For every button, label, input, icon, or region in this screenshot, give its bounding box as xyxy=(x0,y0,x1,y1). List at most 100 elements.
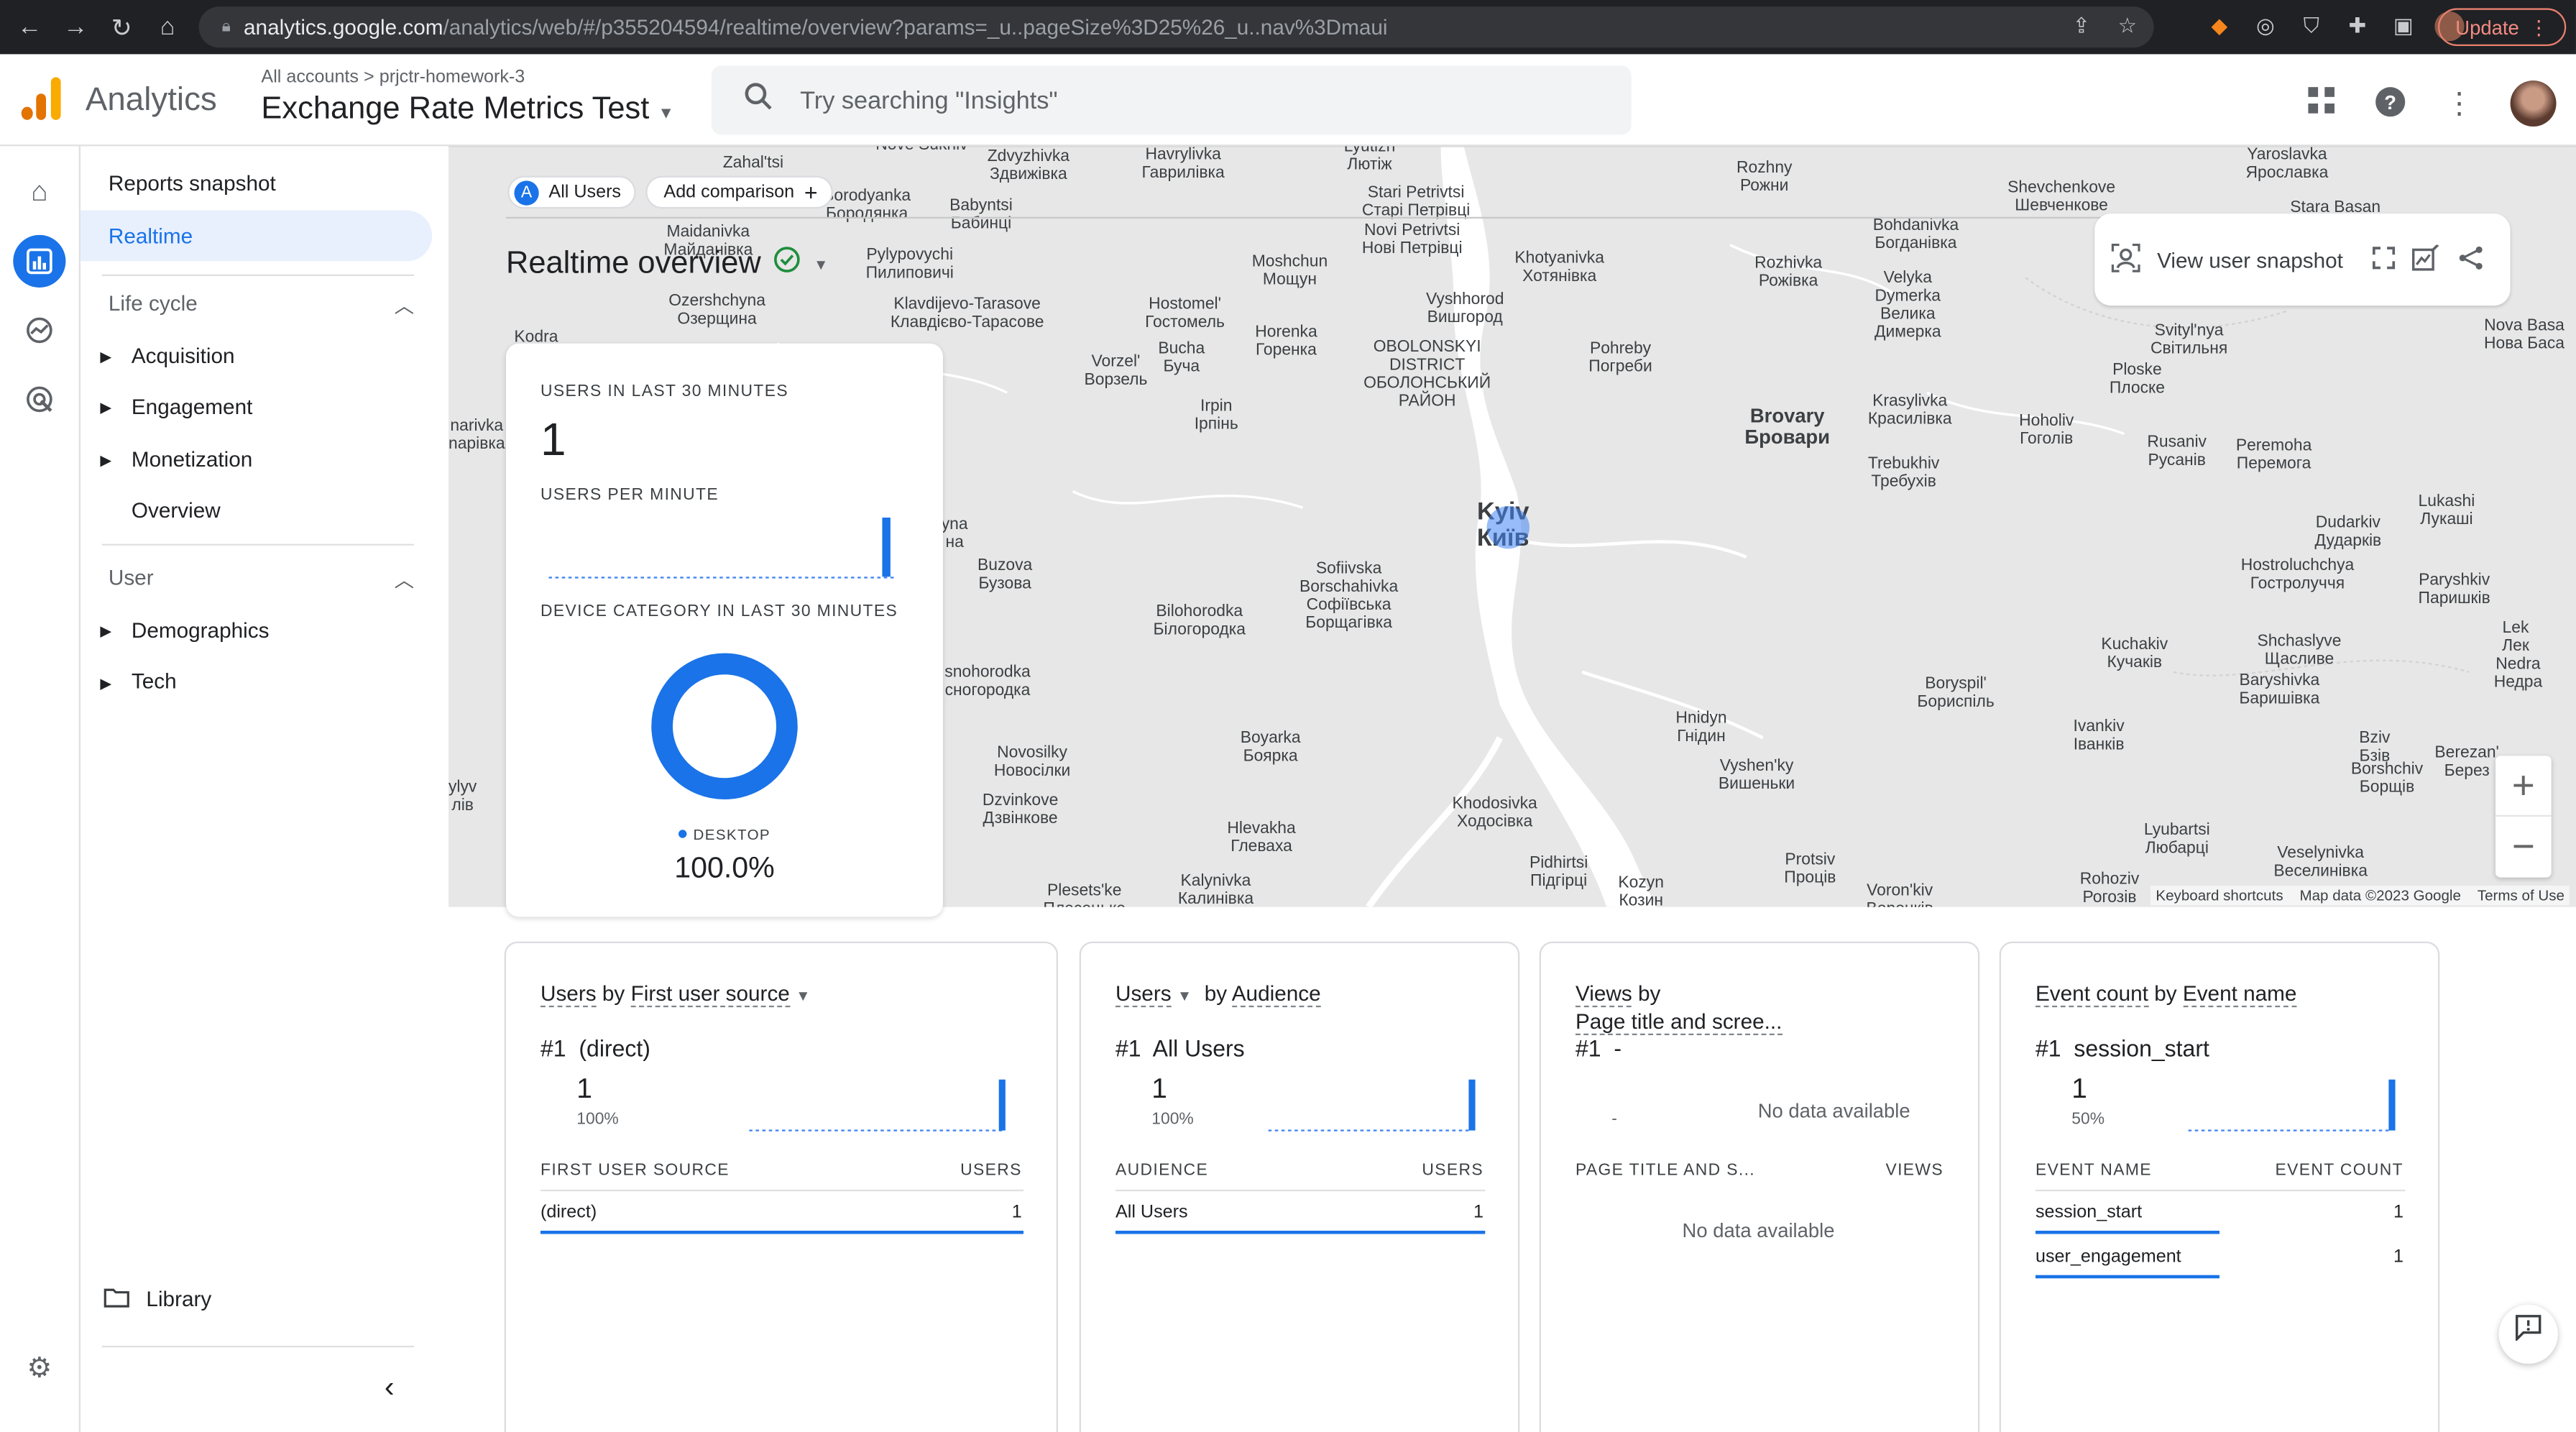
back-icon[interactable]: ← xyxy=(6,13,52,41)
user-snapshot-icon[interactable] xyxy=(2111,242,2140,277)
puzzle-icon[interactable]: ✚ xyxy=(2342,12,2372,41)
chevron-up-icon[interactable]: ︿ xyxy=(395,565,414,593)
fullscreen-icon[interactable] xyxy=(2373,246,2396,274)
update-button[interactable]: Update ⋮ xyxy=(2437,8,2567,46)
sidebar-item-reports-snapshot[interactable]: Reports snapshot xyxy=(109,171,276,196)
zoom-out-button[interactable]: − xyxy=(2496,817,2552,878)
chevron-up-icon[interactable]: ︿ xyxy=(395,291,414,319)
sidebar-item-demographics[interactable]: Demographics xyxy=(132,618,270,642)
check-circle-icon[interactable] xyxy=(774,247,801,283)
map-place-label: Bohdanivka Богданівка xyxy=(1872,216,1959,253)
settings-gear-icon[interactable]: ⚙ xyxy=(13,1342,65,1395)
table-row-name[interactable]: session_start xyxy=(2036,1203,2142,1222)
forward-icon[interactable]: → xyxy=(52,13,98,41)
customize-report-icon[interactable] xyxy=(2412,243,2442,275)
metric-selector[interactable]: Users xyxy=(1115,981,1172,1008)
table-row-value: 1 xyxy=(1011,1203,1022,1223)
sidebar-item-tech[interactable]: Tech xyxy=(132,669,177,693)
audience-chip[interactable]: A All Users xyxy=(507,175,636,209)
search-bar[interactable]: Try searching "Insights" xyxy=(711,65,1632,135)
map-place-label: Protsiv Проців xyxy=(1784,850,1836,888)
dimension-selector[interactable]: Page title and scree... xyxy=(1575,1009,1782,1035)
dimension-selector[interactable]: Audience xyxy=(1231,981,1321,1008)
top-item: #1 - xyxy=(1576,1035,1622,1062)
bookmark-star-icon[interactable]: ☆ xyxy=(2112,12,2142,41)
share-icon[interactable]: ⇪ xyxy=(2066,12,2096,41)
property-selector[interactable]: Exchange Rate Metrics Test ▼ xyxy=(261,92,674,128)
metric-selector[interactable]: Event count xyxy=(2035,981,2148,1008)
table-row-name[interactable]: (direct) xyxy=(540,1203,597,1222)
sidebar-item-realtime[interactable]: Realtime xyxy=(109,224,193,248)
sidebar-item-acquisition[interactable]: Acquisition xyxy=(132,344,235,368)
share-icon[interactable] xyxy=(2458,244,2485,275)
column-header-dimension[interactable]: AUDIENCE xyxy=(1116,1162,1208,1180)
map-zoom-controls: + − xyxy=(2495,756,2552,878)
feedback-button[interactable] xyxy=(2498,1304,2558,1364)
extension-icon[interactable]: ◎ xyxy=(2250,12,2280,41)
reload-icon[interactable]: ↻ xyxy=(98,12,144,42)
sidepanel-icon[interactable]: ▣ xyxy=(2388,12,2418,41)
terms-of-use-link[interactable]: Terms of Use xyxy=(2478,887,2564,904)
breadcrumb[interactable]: All accounts > prjctr-homework-3 xyxy=(261,68,525,87)
map-place-label: Paryshkiv Паришків xyxy=(2418,572,2490,608)
device-percent: 100.0% xyxy=(674,850,775,884)
sidebar-item-library[interactable]: Library xyxy=(146,1287,211,1311)
column-header-metric[interactable]: EVENT COUNT xyxy=(2275,1162,2403,1180)
table-row-name[interactable]: All Users xyxy=(1116,1203,1188,1222)
address-bar[interactable]: 🔒︎ analytics.google.com/analytics/web/#/… xyxy=(198,6,2154,48)
sidebar-item-monetization[interactable]: Monetization xyxy=(132,447,252,472)
sparkline-chart[interactable] xyxy=(2188,1078,2402,1134)
keyboard-shortcuts-link[interactable]: Keyboard shortcuts xyxy=(2156,887,2283,904)
table-row-name[interactable]: user_engagement xyxy=(2036,1247,2181,1267)
map-place-label: Sofiivska Borschahivka Софіївська Борщаг… xyxy=(1299,560,1399,633)
collapse-chevron-left-icon[interactable]: ‹ xyxy=(385,1370,395,1405)
sidebar-item-overview[interactable]: Overview xyxy=(132,498,221,523)
sparkline-bar xyxy=(2388,1079,2396,1131)
sidebar-section-user[interactable]: User xyxy=(109,565,154,589)
user-location-marker[interactable] xyxy=(1486,505,1530,549)
column-header-metric[interactable]: USERS xyxy=(1422,1162,1484,1180)
caret-down-icon[interactable]: ▼ xyxy=(796,988,810,1004)
home-icon[interactable]: ⌂ xyxy=(144,13,190,41)
card-views: Views by Page title and scree... #1 - - … xyxy=(1539,941,1980,1432)
map-place-label: Zahal'tsi xyxy=(722,154,784,173)
more-vert-icon[interactable]: ⋮ xyxy=(2442,86,2478,121)
column-header-dimension[interactable]: FIRST USER SOURCE xyxy=(540,1162,730,1180)
analytics-logo-icon[interactable] xyxy=(21,77,64,120)
home-icon[interactable]: ⌂ xyxy=(13,166,65,219)
sparkline-chart[interactable] xyxy=(749,1078,1012,1134)
caret-down-icon[interactable]: ▼ xyxy=(814,257,828,273)
app-name[interactable]: Analytics xyxy=(86,82,217,120)
metric-selector[interactable]: Users xyxy=(540,981,597,1008)
sidebar-section-lifecycle[interactable]: Life cycle xyxy=(109,291,198,316)
divider xyxy=(505,216,2149,219)
zoom-in-button[interactable]: + xyxy=(2495,756,2552,817)
metamask-icon[interactable]: ◆ xyxy=(2204,12,2234,41)
rank: #1 xyxy=(1575,1034,1601,1062)
shield-icon[interactable]: ⛉ xyxy=(2296,12,2326,41)
reports-icon[interactable] xyxy=(13,234,66,288)
map-place-label: Ozershchyna Озерщина xyxy=(668,292,765,329)
map-place-label: Nove Sukhiv xyxy=(875,146,967,154)
sparkline-chart[interactable] xyxy=(1268,1078,1482,1134)
explore-icon[interactable] xyxy=(13,304,65,357)
add-comparison-button[interactable]: Add comparison + xyxy=(645,175,833,209)
device-legend: DESKTOP xyxy=(506,827,943,843)
dimension-selector[interactable]: Event name xyxy=(2182,981,2297,1008)
device-donut-chart[interactable] xyxy=(643,644,807,809)
avatar[interactable] xyxy=(2510,80,2557,127)
column-header-dimension[interactable]: PAGE TITLE AND S... xyxy=(1576,1162,1755,1180)
view-user-snapshot-button[interactable]: View user snapshot xyxy=(2157,247,2343,272)
help-icon[interactable]: ? xyxy=(2373,86,2409,121)
caret-down-icon[interactable]: ▼ xyxy=(1177,988,1192,1004)
sidebar-item-engagement[interactable]: Engagement xyxy=(132,395,253,419)
column-header-metric[interactable]: VIEWS xyxy=(1885,1162,1944,1180)
apps-grid-icon[interactable] xyxy=(2304,86,2340,121)
column-header-metric[interactable]: USERS xyxy=(960,1162,1022,1180)
dimension-selector[interactable]: First user source xyxy=(630,981,790,1008)
column-header-dimension[interactable]: EVENT NAME xyxy=(2036,1162,2152,1180)
users-per-minute-chart[interactable] xyxy=(548,517,910,583)
header-actions: ? ⋮ xyxy=(2304,80,2557,127)
metric-selector[interactable]: Views xyxy=(1575,981,1632,1008)
advertising-icon[interactable] xyxy=(13,373,65,426)
